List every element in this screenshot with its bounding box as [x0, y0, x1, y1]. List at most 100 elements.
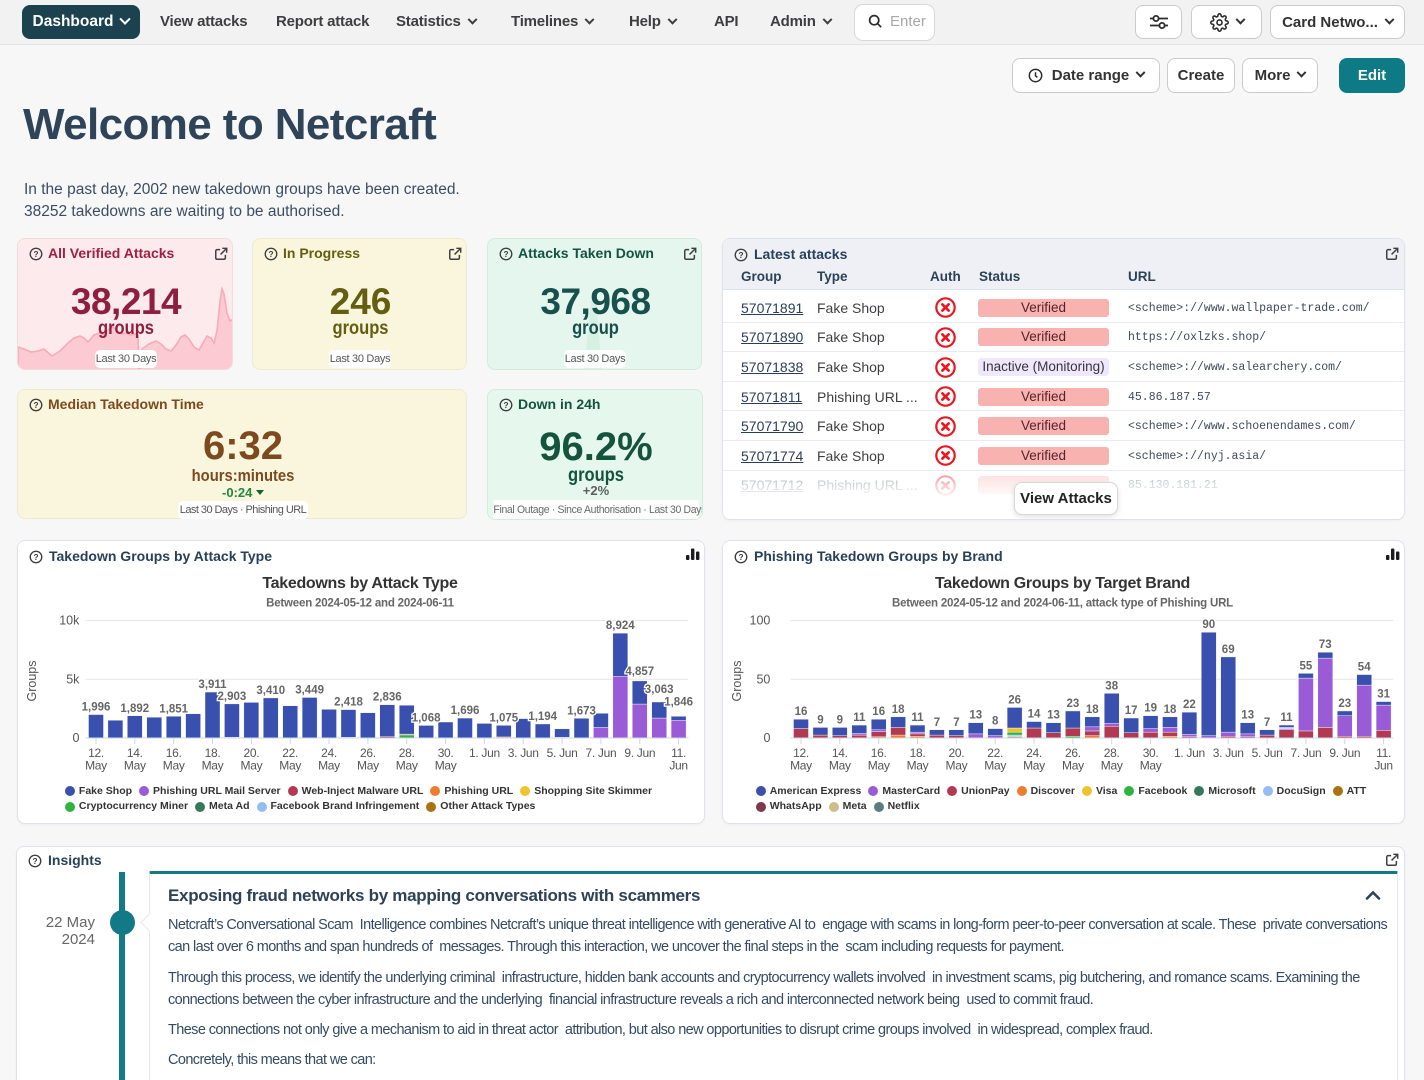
- svg-text:Jun: Jun: [669, 759, 687, 773]
- svg-text:1,996: 1,996: [82, 702, 111, 714]
- svg-text:55: 55: [1300, 660, 1313, 672]
- svg-text:Takedowns by Attack Type: Takedowns by Attack Type: [262, 575, 458, 592]
- svg-text:1,673: 1,673: [567, 705, 596, 717]
- svg-text:May: May: [357, 759, 379, 773]
- svg-text:5k: 5k: [66, 672, 80, 686]
- svg-text:90: 90: [1202, 619, 1215, 631]
- svg-text:23: 23: [1067, 698, 1080, 710]
- svg-text:69: 69: [1222, 644, 1235, 656]
- svg-text:May: May: [1140, 759, 1162, 773]
- svg-text:May: May: [946, 759, 968, 773]
- svg-text:May: May: [907, 759, 929, 773]
- svg-text:May: May: [829, 759, 851, 773]
- svg-text:3,063: 3,063: [645, 684, 674, 696]
- svg-text:May: May: [790, 759, 812, 773]
- svg-text:2,903: 2,903: [218, 691, 247, 703]
- svg-text:17: 17: [1125, 705, 1138, 717]
- svg-text:May: May: [868, 759, 890, 773]
- svg-text:May: May: [85, 759, 107, 773]
- svg-text:100: 100: [750, 614, 771, 628]
- svg-text:8,924: 8,924: [606, 620, 635, 632]
- svg-text:May: May: [396, 759, 418, 773]
- svg-text:9: 9: [837, 714, 843, 726]
- svg-text:7: 7: [953, 717, 959, 729]
- svg-text:3,911: 3,911: [198, 679, 227, 691]
- svg-text:54: 54: [1358, 662, 1371, 674]
- svg-text:10k: 10k: [59, 614, 80, 628]
- svg-text:22: 22: [1183, 699, 1196, 711]
- svg-text:Takedown Groups by Target Bran: Takedown Groups by Target Brand: [935, 575, 1190, 592]
- svg-text:1,851: 1,851: [159, 703, 188, 715]
- svg-text:2,836: 2,836: [373, 692, 402, 704]
- svg-text:?: ?: [503, 400, 508, 410]
- svg-text:May: May: [279, 759, 301, 773]
- svg-text:3. Jun: 3. Jun: [508, 746, 539, 760]
- svg-text:May: May: [1023, 759, 1045, 773]
- svg-text:50: 50: [756, 672, 770, 686]
- svg-text:7: 7: [934, 717, 940, 729]
- svg-text:1,892: 1,892: [120, 703, 149, 715]
- svg-text:May: May: [1101, 759, 1123, 773]
- svg-text:13: 13: [1241, 710, 1254, 722]
- svg-text:26: 26: [1008, 694, 1021, 706]
- svg-text:16: 16: [872, 706, 885, 718]
- svg-text:Between 2024-05-12 and 2024-06: Between 2024-05-12 and 2024-06-11, attac…: [892, 598, 1233, 610]
- svg-text:5. Jun: 5. Jun: [547, 746, 578, 760]
- svg-text:May: May: [124, 759, 146, 773]
- svg-text:16: 16: [795, 706, 808, 718]
- svg-text:?: ?: [33, 249, 38, 259]
- svg-text:7. Jun: 7. Jun: [1290, 746, 1321, 760]
- svg-text:May: May: [241, 759, 263, 773]
- svg-text:?: ?: [738, 250, 743, 260]
- svg-text:11: 11: [853, 712, 866, 724]
- svg-text:14: 14: [1028, 709, 1041, 721]
- svg-text:3,410: 3,410: [256, 685, 285, 697]
- svg-text:1,194: 1,194: [528, 711, 557, 723]
- svg-text:0: 0: [763, 731, 770, 745]
- svg-text:3,449: 3,449: [295, 685, 324, 697]
- svg-text:1,068: 1,068: [412, 713, 441, 725]
- svg-text:11: 11: [911, 712, 924, 724]
- svg-text:38: 38: [1105, 680, 1118, 692]
- svg-text:1,696: 1,696: [451, 705, 480, 717]
- svg-text:13: 13: [1047, 710, 1060, 722]
- svg-text:9: 9: [817, 714, 823, 726]
- svg-text:23: 23: [1338, 698, 1351, 710]
- svg-text:1,075: 1,075: [489, 712, 518, 724]
- svg-text:18: 18: [892, 704, 905, 716]
- svg-text:1,846: 1,846: [664, 696, 693, 708]
- svg-text:May: May: [435, 759, 457, 773]
- svg-text:18: 18: [1164, 704, 1177, 716]
- svg-text:Jun: Jun: [1374, 759, 1392, 773]
- svg-text:18: 18: [1086, 704, 1099, 716]
- svg-text:8: 8: [992, 716, 999, 728]
- svg-text:Groups: Groups: [730, 661, 744, 702]
- svg-text:?: ?: [268, 249, 273, 259]
- svg-text:May: May: [318, 759, 340, 773]
- svg-text:May: May: [163, 759, 185, 773]
- svg-text:Between 2024-05-12 and 2024-06: Between 2024-05-12 and 2024-06-11: [266, 598, 455, 610]
- svg-text:1. Jun: 1. Jun: [1174, 746, 1205, 760]
- svg-text:7: 7: [1264, 717, 1270, 729]
- svg-text:13: 13: [969, 710, 982, 722]
- svg-text:5. Jun: 5. Jun: [1252, 746, 1283, 760]
- svg-text:May: May: [202, 759, 224, 773]
- svg-text:7. Jun: 7. Jun: [585, 746, 616, 760]
- svg-text:May: May: [984, 759, 1006, 773]
- svg-text:31: 31: [1377, 689, 1390, 701]
- svg-text:19: 19: [1144, 703, 1157, 715]
- svg-text:?: ?: [503, 249, 508, 259]
- svg-text:4,857: 4,857: [625, 666, 654, 678]
- svg-text:2,418: 2,418: [334, 697, 363, 709]
- svg-text:9. Jun: 9. Jun: [624, 746, 655, 760]
- svg-text:73: 73: [1319, 639, 1332, 651]
- svg-text:3. Jun: 3. Jun: [1213, 746, 1244, 760]
- svg-text:?: ?: [33, 400, 38, 410]
- svg-text:0: 0: [72, 731, 79, 745]
- svg-text:9. Jun: 9. Jun: [1329, 746, 1360, 760]
- svg-text:1. Jun: 1. Jun: [469, 746, 500, 760]
- svg-text:May: May: [1062, 759, 1084, 773]
- svg-text:Groups: Groups: [25, 661, 39, 702]
- svg-text:?: ?: [32, 856, 37, 866]
- svg-text:11: 11: [1280, 712, 1293, 724]
